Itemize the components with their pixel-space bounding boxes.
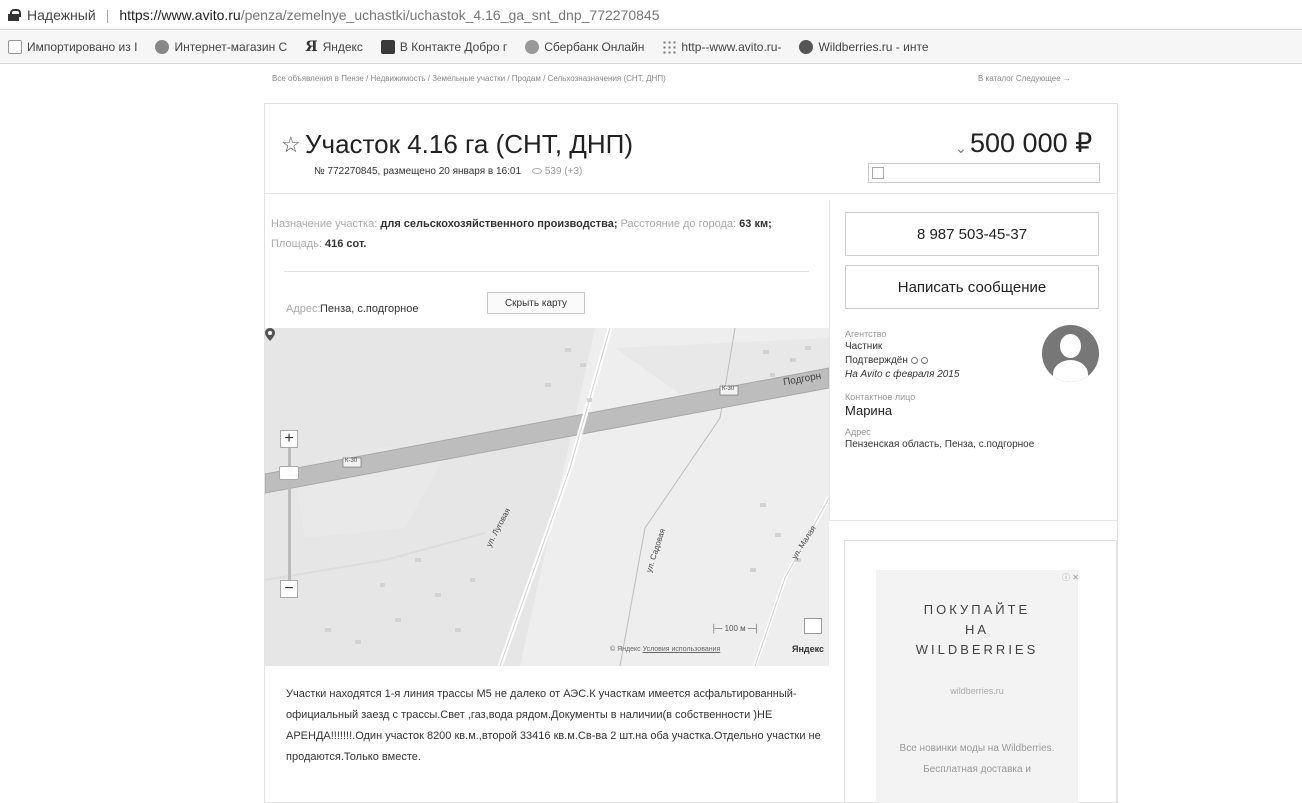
- listing-description: Участки находятся 1-я линия трассы М5 не…: [286, 688, 821, 763]
- views-count: 539 (+3): [531, 166, 583, 177]
- address-bar[interactable]: Надежный | https://www.avito.ru /penza/z…: [0, 0, 1302, 30]
- dots-icon: [662, 39, 677, 54]
- bookmark-yandex[interactable]: Я Яндекс: [305, 40, 363, 54]
- bookmark-label: http--www.avito.ru-: [681, 39, 782, 54]
- divider: [829, 520, 1118, 521]
- zoom-in-button[interactable]: +: [280, 430, 298, 448]
- bookmark-label: Wildberries.ru - инте: [818, 39, 929, 54]
- map[interactable]: Подгорн К-30 К-30 ул. Луговая ул. Садова…: [265, 328, 829, 666]
- bookmark-label: Яндекс: [322, 39, 363, 54]
- sberbank-icon: [525, 39, 540, 54]
- url-host: https://www.avito.ru: [119, 6, 241, 23]
- bookmark-sberbank[interactable]: Сбербанк Онлайн: [525, 39, 645, 54]
- avatar[interactable]: [1042, 325, 1099, 382]
- terms-link[interactable]: Условия использования: [643, 646, 721, 653]
- contact-name: Марина: [845, 403, 893, 418]
- ruler-icon[interactable]: [804, 618, 822, 634]
- wildberries-icon: [799, 39, 814, 54]
- zoom-slider-handle[interactable]: [279, 466, 299, 480]
- phone-button[interactable]: 8 987 503-45-37: [845, 212, 1099, 256]
- views-value: 539 (+3): [544, 166, 583, 177]
- page-title: Участок 4.16 га (СНТ, ДНП): [305, 129, 634, 159]
- ad-close-icon[interactable]: ⓘ ✕: [1062, 572, 1079, 583]
- bookmark-label: В Контакте Добро г: [399, 39, 508, 54]
- road-shield-label: К-30: [722, 386, 735, 392]
- catalog-next-links[interactable]: В каталог Следующее →: [978, 74, 1071, 83]
- ad-title-line: НА: [964, 622, 990, 637]
- bookmark-imported[interactable]: Импортировано из I: [8, 39, 138, 54]
- scale-value: 100 м: [724, 624, 746, 633]
- separator: |: [105, 6, 110, 23]
- address-value: Пенза, с.подгорное: [320, 303, 419, 315]
- purpose-value: для сельскохозяйственного производства;: [380, 218, 618, 230]
- phone-verified-icon: [910, 356, 918, 364]
- lock-icon: [8, 8, 21, 21]
- divider: [284, 271, 809, 272]
- secure-label: Надежный: [27, 6, 96, 23]
- area-label: Площадь:: [271, 238, 322, 250]
- globe-icon: [155, 39, 170, 54]
- distance-value: 63 км;: [739, 218, 772, 230]
- map-copyright: © Яндекс Условия использования: [610, 646, 720, 653]
- contact-person-label: Контактное лицо: [845, 392, 916, 402]
- seller-address-label: Адрес: [845, 427, 871, 437]
- road-shield-label: К-30: [345, 458, 358, 464]
- address-label: Адрес:: [286, 303, 321, 315]
- info-icon[interactable]: [920, 356, 928, 364]
- listing-params: Назначение участка: для сельскохозяйстве…: [271, 214, 811, 254]
- map-scale: ├─ 100 м ─┤: [711, 624, 760, 633]
- area-value: 416 сот.: [325, 238, 367, 250]
- yandex-logo[interactable]: Яндекс: [792, 644, 824, 654]
- ad-title[interactable]: ПОКУПАЙТЕ НА WILDBERRIES: [876, 600, 1078, 660]
- listing-meta: № 772270845, размещено 20 января в 16:01…: [314, 166, 582, 177]
- price: 500 000 ₽: [970, 128, 1093, 158]
- bookmark-wildberries[interactable]: Wildberries.ru - инте: [799, 39, 929, 54]
- map-canvas: [265, 328, 829, 666]
- ad-title-line: WILDBERRIES: [915, 642, 1039, 657]
- folder-icon: [8, 39, 22, 54]
- bookmark-label: Импортировано из I: [27, 39, 138, 54]
- distance-label: Расстояние до города:: [620, 218, 737, 230]
- chevron-down-icon[interactable]: ⌄: [955, 140, 967, 157]
- bookmark-internet-shop[interactable]: Интернет-магазин С: [155, 39, 288, 54]
- bookmark-label: Интернет-магазин С: [174, 39, 288, 54]
- copyright-text: © Яндекс: [610, 646, 641, 653]
- map-pin-icon[interactable]: [265, 328, 275, 341]
- yandex-icon: Я: [305, 38, 318, 55]
- verified-label: Подтверждён: [845, 355, 908, 366]
- bookmark-vkontakte[interactable]: В Контакте Добро г: [380, 39, 508, 54]
- broken-image-icon: [868, 163, 1100, 183]
- ad-title-line: ПОКУПАЙТЕ: [923, 602, 1031, 617]
- vk-icon: [380, 39, 395, 54]
- bookmark-label: Сбербанк Онлайн: [544, 39, 645, 54]
- purpose-label: Назначение участка:: [271, 218, 378, 230]
- zoom-out-button[interactable]: −: [280, 580, 298, 598]
- bookmark-avito[interactable]: http--www.avito.ru-: [662, 39, 782, 54]
- seller-address-value: Пензенская область, Пенза, с.подгорное: [845, 439, 1035, 450]
- hide-map-button[interactable]: Скрыть карту: [487, 292, 585, 314]
- listing-number-date: № 772270845, размещено 20 января в 16:01: [314, 166, 522, 177]
- column-divider: [829, 200, 830, 520]
- ad-site[interactable]: wildberries.ru: [876, 686, 1078, 696]
- send-message-button[interactable]: Написать сообщение: [845, 265, 1099, 309]
- bookmarks-bar: Импортировано из I Интернет-магазин С Я …: [0, 30, 1302, 64]
- star-icon[interactable]: ☆: [281, 132, 301, 158]
- breadcrumb[interactable]: Все объявления в Пензе / Недвижимость / …: [272, 74, 666, 83]
- url-path: /penza/zemelnye_uchastki/uchastok_4.16_g…: [240, 6, 660, 23]
- eye-icon: [531, 168, 542, 175]
- title-row: ☆ Участок 4.16 га (СНТ, ДНП) № 772270845…: [265, 104, 1117, 194]
- ad-text: Все новинки моды на Wildberries. Бесплат…: [899, 743, 1055, 775]
